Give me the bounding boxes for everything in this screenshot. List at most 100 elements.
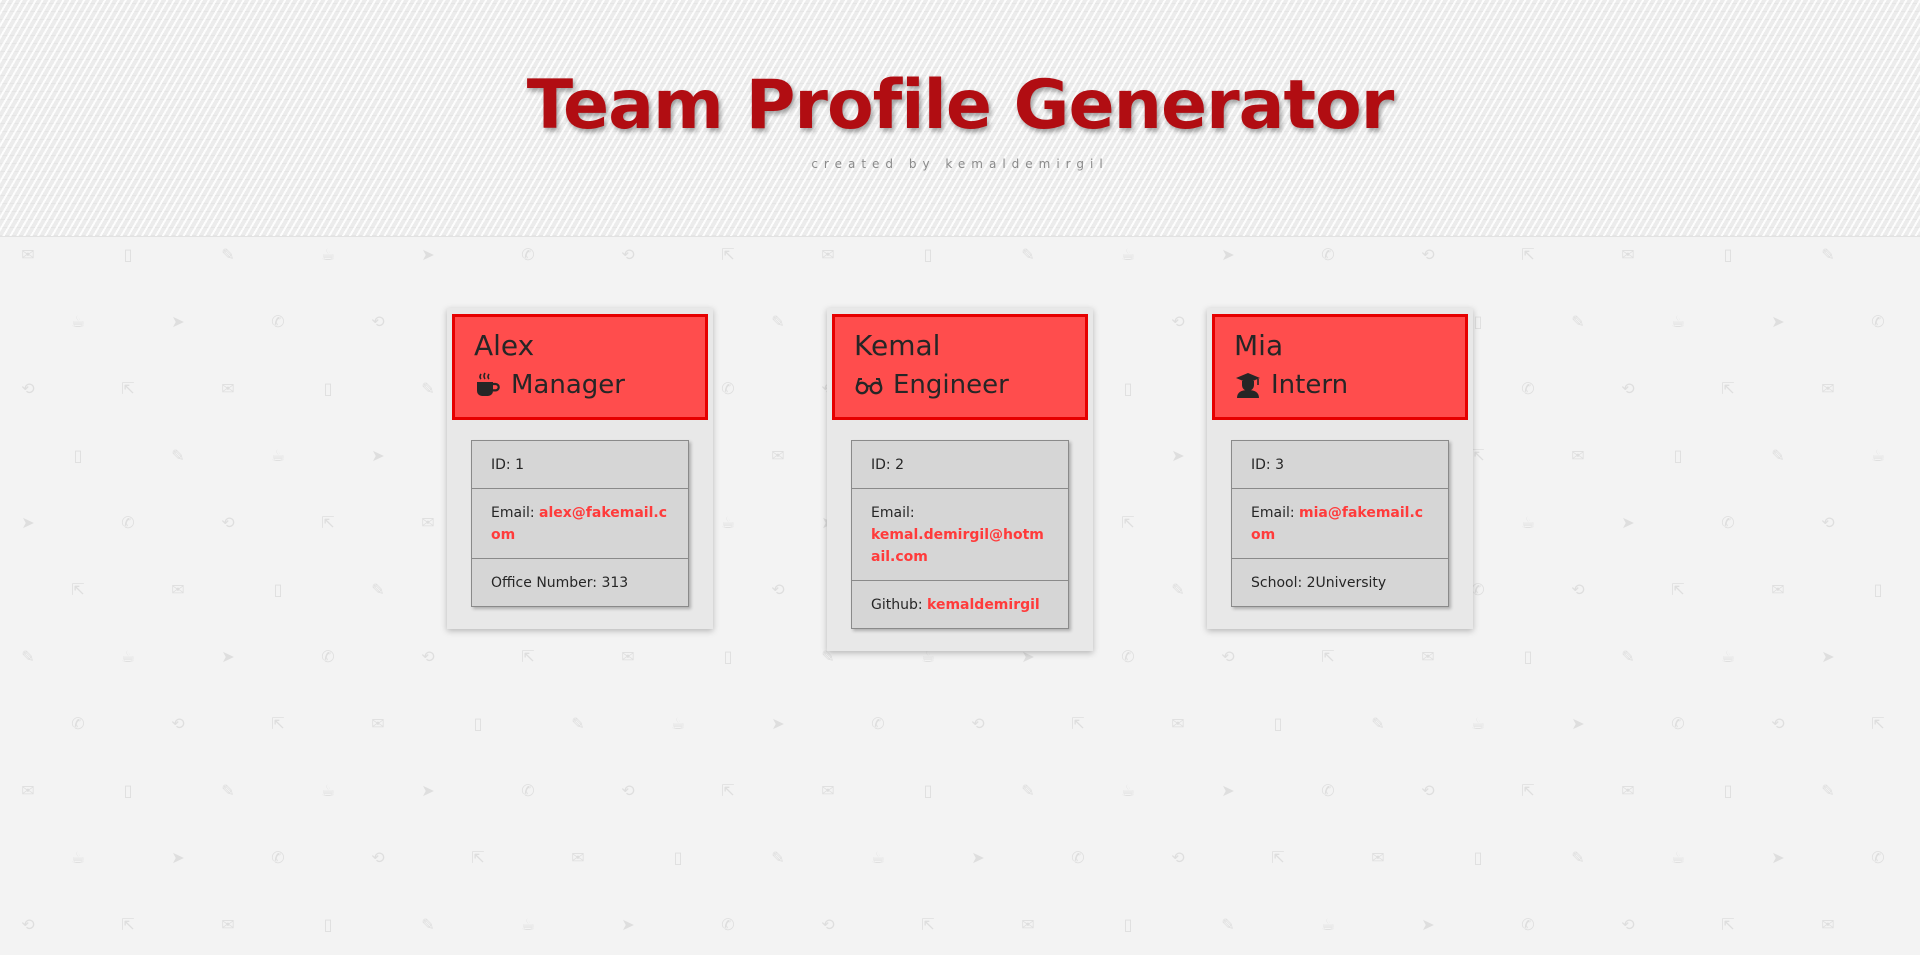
pattern-glyph: ⟲ (621, 245, 635, 264)
pattern-glyph: ☕ (1520, 513, 1536, 532)
pattern-glyph: ⟲ (821, 915, 835, 934)
pattern-glyph: ✎ (421, 379, 435, 398)
pattern-glyph: ✉ (821, 781, 835, 800)
pattern-glyph: ✆ (721, 915, 735, 934)
pattern-glyph: ⟲ (221, 513, 235, 532)
pattern-glyph: ➤ (171, 848, 185, 867)
pattern-glyph: ▯ (323, 379, 333, 398)
pattern-glyph: ✆ (1521, 915, 1535, 934)
role-label: Intern (1271, 370, 1349, 400)
pattern-glyph: ⇱ (1521, 781, 1535, 800)
pattern-glyph: ➤ (421, 245, 435, 264)
card-header: Kemal Engineer (832, 314, 1088, 420)
pattern-glyph: ▯ (1723, 781, 1733, 800)
pattern-glyph: ✆ (871, 714, 885, 733)
pattern-glyph: ⇱ (1121, 513, 1135, 532)
pattern-glyph: ⇱ (271, 714, 285, 733)
pattern-glyph: ⟲ (421, 647, 435, 666)
pattern-glyph: ✎ (1021, 781, 1035, 800)
pattern-glyph: ⇱ (521, 647, 535, 666)
pattern-glyph: ⇱ (121, 379, 135, 398)
pattern-glyph: ⟲ (1821, 513, 1835, 532)
pattern-glyph: ☕ (520, 915, 536, 934)
pattern-glyph: ➤ (21, 513, 35, 532)
email-label: Email: (871, 505, 915, 521)
employee-name: Alex (474, 329, 535, 362)
pattern-glyph: ⟲ (971, 714, 985, 733)
pattern-glyph: ⇱ (921, 915, 935, 934)
employee-card-alex: Alex Manager ID: 1 Email: alex@fakemail.… (447, 308, 713, 629)
pattern-glyph: ➤ (1171, 446, 1185, 465)
employee-name: Mia (1234, 329, 1284, 362)
info-list: ID: 3 Email: mia@fakemail.com School: 2U… (1231, 440, 1449, 607)
pattern-glyph: ☕ (670, 714, 686, 733)
pattern-glyph: ✆ (521, 245, 535, 264)
pattern-glyph: ▯ (323, 915, 333, 934)
pattern-glyph: ⟲ (1621, 915, 1635, 934)
glasses-icon (855, 378, 883, 395)
github-label: Github: (871, 597, 928, 613)
pattern-glyph: ✆ (521, 781, 535, 800)
pattern-glyph: ➤ (1221, 245, 1235, 264)
page-title: Team Profile Generator (526, 66, 1395, 145)
pattern-glyph: ✉ (171, 580, 185, 599)
pattern-glyph: ⟲ (1171, 848, 1185, 867)
pattern-glyph: ▯ (1723, 245, 1733, 264)
pattern-glyph: ✆ (1721, 513, 1735, 532)
pattern-glyph: ☕ (70, 312, 86, 331)
employee-id: ID: 1 (491, 457, 524, 473)
pattern-glyph: ✎ (1821, 245, 1835, 264)
pattern-glyph: ⇱ (1721, 915, 1735, 934)
pattern-glyph: ➤ (1771, 312, 1785, 331)
pattern-glyph: ☕ (1670, 312, 1686, 331)
pattern-glyph: ✉ (21, 245, 35, 264)
pattern-glyph: ✉ (621, 647, 635, 666)
role-label: Engineer (893, 370, 1009, 400)
info-list: ID: 2 Email: kemal.demirgil@hotmail.com … (851, 440, 1069, 629)
email-label: Email: (1251, 505, 1300, 521)
pattern-glyph: ☕ (270, 446, 286, 465)
pattern-glyph: ☕ (1870, 446, 1886, 465)
pattern-glyph: ▯ (473, 714, 483, 733)
pattern-glyph: ✆ (271, 312, 285, 331)
pattern-glyph: ✉ (221, 379, 235, 398)
email-link[interactable]: kemal.demirgil@hotmail.com (871, 527, 1044, 565)
pattern-glyph: ✎ (21, 647, 35, 666)
pattern-glyph: ✆ (1071, 848, 1085, 867)
pattern-glyph: ⟲ (371, 848, 385, 867)
pattern-glyph: ▯ (673, 848, 683, 867)
pattern-glyph: ✆ (71, 714, 85, 733)
pattern-glyph: ✆ (1871, 312, 1885, 331)
pattern-glyph: ➤ (621, 915, 635, 934)
pattern-glyph: ✆ (321, 647, 335, 666)
email-label: Email: (491, 505, 540, 521)
pattern-glyph: ▯ (923, 781, 933, 800)
pattern-glyph: ✉ (771, 446, 785, 465)
pattern-glyph: ⇱ (71, 580, 85, 599)
employee-card-mia: Mia Intern ID: 3 Email: mia@fakemail.com… (1207, 308, 1473, 629)
pattern-glyph: ✎ (1771, 446, 1785, 465)
pattern-glyph: ⟲ (1421, 245, 1435, 264)
pattern-glyph: ➤ (221, 647, 235, 666)
pattern-glyph: ⇱ (721, 781, 735, 800)
pattern-glyph: ▯ (123, 781, 133, 800)
pattern-glyph: ⇱ (1271, 848, 1285, 867)
pattern-glyph: ⟲ (1221, 647, 1235, 666)
pattern-glyph: ⟲ (1771, 714, 1785, 733)
pattern-glyph: ✆ (1321, 245, 1335, 264)
github-link[interactable]: kemaldemirgil (927, 597, 1040, 613)
pattern-glyph: ➤ (1771, 848, 1785, 867)
pattern-glyph: ☕ (720, 513, 736, 532)
pattern-glyph: ✎ (1371, 714, 1385, 733)
pattern-glyph: ✉ (1021, 915, 1035, 934)
pattern-glyph: ⇱ (1071, 714, 1085, 733)
pattern-glyph: ⇱ (1871, 714, 1885, 733)
pattern-glyph: ▯ (1123, 915, 1133, 934)
pattern-glyph: ✉ (221, 915, 235, 934)
employee-github: Github: kemaldemirgil (852, 580, 1068, 628)
pattern-glyph: ✎ (1571, 312, 1585, 331)
pattern-glyph: ⟲ (171, 714, 185, 733)
employee-office-number: Office Number: 313 (472, 558, 688, 606)
pattern-glyph: ✆ (121, 513, 135, 532)
pattern-glyph: ✉ (821, 245, 835, 264)
